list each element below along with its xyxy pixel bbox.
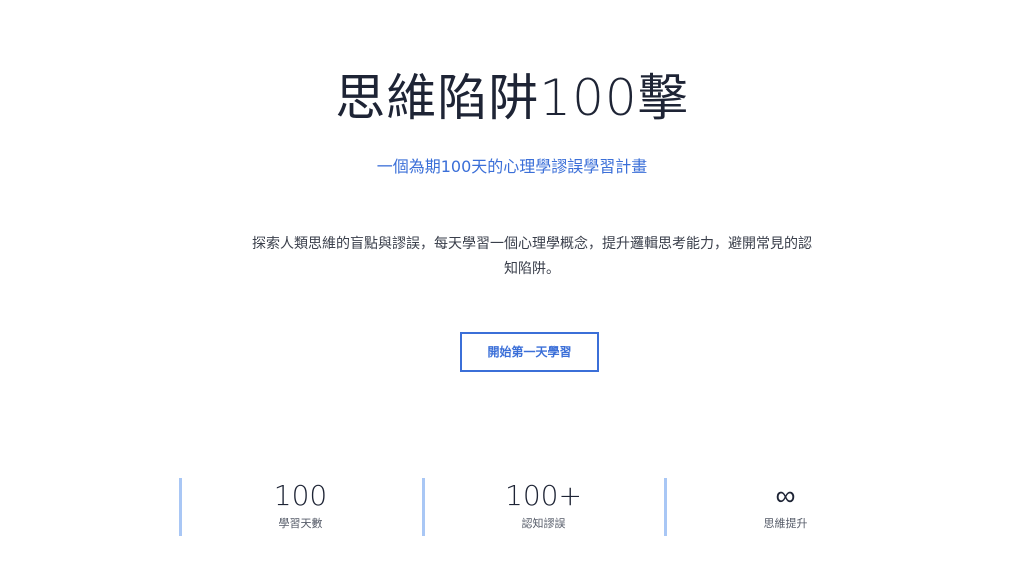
page-subtitle: 一個為期100天的心理學謬誤學習計畫	[376, 157, 648, 176]
stat-learning-days: 100 學習天數	[179, 478, 419, 536]
stat-cognitive-fallacies: 100+ 認知謬誤	[422, 478, 662, 536]
page-title: 思維陷阱100擊	[335, 69, 689, 127]
intro-description: 探索人類思維的盲點與謬誤，每天學習一個心理學概念，提升邏輯思考能力，避開常見的認…	[252, 236, 812, 277]
stat-value: 100+	[505, 479, 582, 512]
stat-value: 100	[273, 479, 328, 512]
stat-label: 學習天數	[278, 517, 323, 530]
stats-bar: 100 學習天數 100+ 認知謬誤 ∞ 思維提升	[179, 478, 906, 536]
stat-thinking-improvement: ∞ 思維提升	[664, 478, 904, 536]
stat-label: 思維提升	[763, 517, 808, 530]
start-first-day-button[interactable]: 開始第一天學習	[460, 332, 599, 372]
stat-label: 認知謬誤	[521, 517, 566, 530]
stat-value: ∞	[775, 479, 796, 512]
landing-page: 思維陷阱100擊 一個為期100天的心理學謬誤學習計畫 探索人類思維的盲點與謬誤…	[0, 0, 1024, 573]
